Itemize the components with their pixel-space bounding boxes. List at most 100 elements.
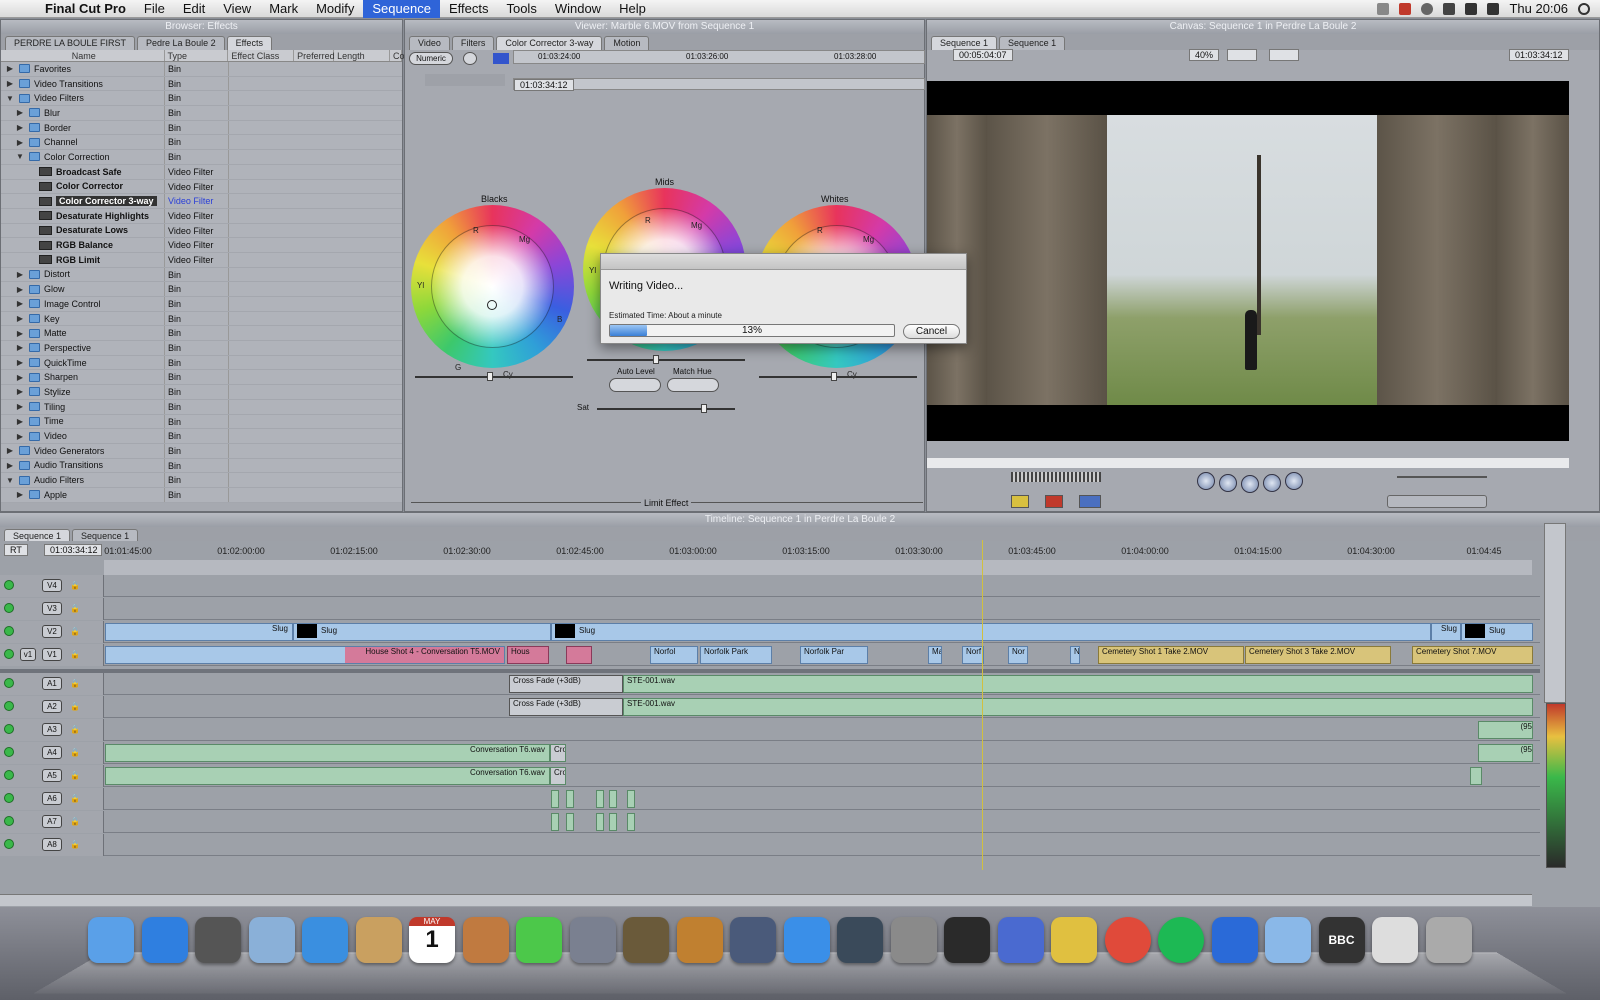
browser-row[interactable]: Broadcast Safe Video Filter: [1, 164, 402, 180]
track-visibility-icon[interactable]: [4, 626, 14, 636]
browser-row[interactable]: Desaturate Highlights Video Filter: [1, 208, 402, 224]
menu-sequence[interactable]: Sequence: [363, 0, 440, 18]
browser-row[interactable]: ▶ Audio Transitions Bin: [1, 458, 402, 474]
lock-icon[interactable]: 🔒: [70, 627, 80, 636]
lock-icon[interactable]: 🔒: [70, 817, 80, 826]
clip-cemetery-shot-1[interactable]: Cemetery Shot 1 Take 2.MOV: [1098, 646, 1244, 664]
timeline-horizontal-scrollbar[interactable]: [0, 894, 1532, 906]
track-audio-icon[interactable]: [4, 793, 14, 803]
timeline-timecode[interactable]: 01:03:34:12: [44, 544, 102, 556]
browser-row[interactable]: ▶ Glow Bin: [1, 282, 402, 297]
track-label[interactable]: A7: [42, 815, 62, 828]
limit-effect-label[interactable]: Limit Effect: [641, 498, 692, 508]
play-button[interactable]: [1241, 475, 1259, 493]
lock-icon[interactable]: 🔒: [70, 725, 80, 734]
lock-icon[interactable]: 🔒: [70, 650, 80, 659]
clip-norfolk-par[interactable]: Norfolk Par: [800, 646, 868, 664]
viewer-timecode[interactable]: 01:03:34:12: [514, 79, 574, 91]
col-name[interactable]: Name: [1, 50, 165, 61]
clip-short-audio[interactable]: [609, 813, 617, 831]
tab-sequence-1[interactable]: Sequence 1: [931, 36, 998, 50]
canvas-scrubber[interactable]: [927, 458, 1569, 468]
disclosure-closed-icon[interactable]: ▶: [15, 123, 25, 132]
track-visibility-icon[interactable]: [4, 649, 14, 659]
col-effect-class[interactable]: Effect Class: [228, 50, 295, 61]
mids-level-slider[interactable]: [587, 355, 745, 364]
clock[interactable]: Thu 20:06: [1509, 1, 1568, 16]
clip-conversation-t6[interactable]: Conversation T6.wav: [105, 767, 550, 785]
tab-video[interactable]: Video: [409, 36, 450, 50]
clip-house-shot-4[interactable]: House Shot 4 - Conversation T5.MOV: [105, 646, 505, 664]
previous-edit-button[interactable]: [1197, 472, 1215, 490]
browser-row[interactable]: ▶ Time Bin: [1, 414, 402, 430]
transition-cross[interactable]: Cro: [550, 744, 566, 762]
chrome-icon[interactable]: [1104, 917, 1151, 963]
clip-ma[interactable]: Ma: [928, 646, 942, 664]
track-label[interactable]: A5: [42, 769, 62, 782]
col-preferred[interactable]: Preferred: [294, 50, 335, 61]
clip-slug[interactable]: Slug: [1461, 623, 1533, 641]
spotify-icon[interactable]: [1158, 917, 1204, 963]
clip-slug[interactable]: Slug: [105, 623, 293, 641]
documents-icon[interactable]: [1372, 917, 1418, 963]
disclosure-open-icon[interactable]: ▼: [15, 152, 25, 161]
canvas-video-frame[interactable]: [927, 81, 1569, 441]
browser-row[interactable]: ▼ Video Filters Bin: [1, 91, 402, 107]
lock-icon[interactable]: 🔒: [70, 771, 80, 780]
clip-ste-001[interactable]: STE-001.wav: [623, 698, 1533, 716]
clip-a3-tail[interactable]: (95: [1478, 721, 1533, 739]
browser-row[interactable]: RGB Limit Video Filter: [1, 252, 402, 268]
disclosure-closed-icon[interactable]: ▶: [15, 417, 25, 426]
viewer-ruler[interactable]: 01:03:24:00 01:03:26:00 01:03:28:00: [513, 50, 925, 64]
track-label[interactable]: A6: [42, 792, 62, 805]
lock-icon[interactable]: 🔒: [70, 604, 80, 613]
disclosure-closed-icon[interactable]: ▶: [15, 329, 25, 338]
time-machine-icon[interactable]: [837, 917, 883, 963]
disclosure-closed-icon[interactable]: ▶: [5, 461, 15, 470]
menu-modify[interactable]: Modify: [307, 0, 363, 18]
folder-icon[interactable]: [1265, 917, 1311, 963]
disclosure-closed-icon[interactable]: ▶: [15, 138, 25, 147]
browser-row[interactable]: ▶ Perspective Bin: [1, 341, 402, 356]
image-capture-icon[interactable]: [569, 917, 616, 963]
source-v1-label[interactable]: v1: [20, 648, 36, 661]
bbc-icon[interactable]: BBC: [1318, 917, 1365, 963]
rt-popup[interactable]: RT: [4, 544, 28, 556]
clip-slug[interactable]: Slug: [551, 623, 1431, 641]
clip-short-audio[interactable]: [627, 813, 635, 831]
browser-row[interactable]: ▶ QuickTime Bin: [1, 355, 402, 371]
browser-row[interactable]: ▼ Color Correction Bin: [1, 150, 402, 165]
tab-effects[interactable]: Effects: [226, 36, 272, 50]
play-around-button[interactable]: [1263, 474, 1281, 492]
match-hue-buttons[interactable]: [667, 378, 719, 392]
clip-short-audio[interactable]: [551, 813, 559, 831]
garageband-icon[interactable]: [676, 917, 723, 963]
track-label[interactable]: V3: [42, 602, 62, 615]
imovie-icon[interactable]: [623, 917, 669, 963]
clip-nor[interactable]: Nor: [1008, 646, 1028, 664]
clip-short-audio[interactable]: [627, 790, 635, 808]
notification-icon[interactable]: [1377, 2, 1390, 15]
bluetooth-icon[interactable]: [1443, 2, 1456, 15]
disclosure-open-icon[interactable]: ▼: [5, 476, 15, 485]
disclosure-closed-icon[interactable]: ▶: [15, 343, 25, 352]
clip-short-audio[interactable]: [566, 813, 574, 831]
numeric-button[interactable]: Numeric: [409, 52, 453, 65]
transition-cross-fade[interactable]: Cross Fade (+3dB): [509, 675, 623, 693]
timeline-ruler[interactable]: 01:01:45:00 01:02:00:00 01:02:15:00 01:0…: [104, 546, 1532, 558]
marker-buttons[interactable]: [1387, 495, 1487, 508]
track-audio-icon[interactable]: [4, 770, 14, 780]
menu-view[interactable]: View: [214, 0, 260, 18]
disclosure-closed-icon[interactable]: ▶: [5, 64, 15, 73]
zoom-popup[interactable]: 40%: [1189, 49, 1220, 61]
clip-cemetery-shot-7[interactable]: Cemetery Shot 7.MOV: [1412, 646, 1533, 664]
auto-level-buttons[interactable]: [609, 378, 661, 392]
wifi-icon[interactable]: [1465, 2, 1478, 15]
tab-sequence-1-alt[interactable]: Sequence 1: [72, 529, 139, 541]
browser-row[interactable]: RGB Balance Video Filter: [1, 238, 402, 253]
transition-cross-fade[interactable]: Cross Fade (+3dB): [509, 698, 623, 716]
clip-short-audio[interactable]: [596, 790, 604, 808]
browser-row[interactable]: Color Corrector Video Filter: [1, 179, 402, 195]
track-label[interactable]: A2: [42, 700, 62, 713]
play-in-out-button[interactable]: [1219, 474, 1237, 492]
